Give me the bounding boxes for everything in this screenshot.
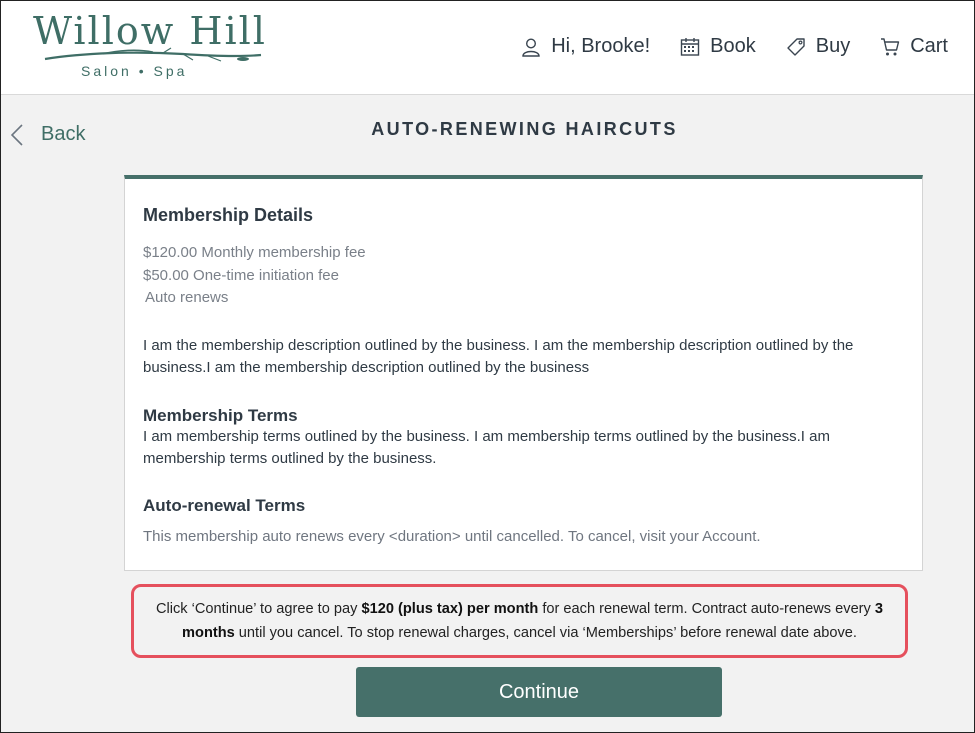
auto-renewal-terms: This membership auto renews every <durat… <box>143 527 761 545</box>
nav-book[interactable]: Book <box>680 35 756 58</box>
site-header: Willow Hill Salon • Spa Hi, Brooke! Book… <box>1 1 974 95</box>
cart-label: Cart <box>910 35 948 57</box>
brand-logo[interactable]: Willow Hill Salon • Spa <box>33 9 265 81</box>
tag-icon <box>787 37 805 56</box>
disclosure-text-1: Click ‘Continue’ to agree to pay <box>155 601 362 617</box>
disclosure-text-3: until you cancel. To stop renewal charge… <box>234 625 857 641</box>
book-label: Book <box>710 35 756 57</box>
membership-details-heading: Membership Details <box>143 205 314 225</box>
disclosure-text-2: for each renewal term. Contract auto-ren… <box>538 601 875 617</box>
greeting-label: Hi, Brooke! <box>551 35 651 57</box>
nav-cart[interactable]: Cart <box>880 35 948 58</box>
brand-tagline: Salon • Spa <box>81 63 188 79</box>
membership-description: I am the membership description outlined… <box>143 336 854 376</box>
page-title: AUTO-RENEWING HAIRCUTS <box>371 119 678 139</box>
buy-label: Buy <box>815 35 851 57</box>
renewal-disclosure: Click ‘Continue’ to agree to pay $120 (p… <box>131 584 908 658</box>
cart-icon <box>881 37 900 55</box>
user-icon <box>522 37 540 57</box>
auto-renewal-heading: Auto-renewal Terms <box>143 495 306 515</box>
disclosure-amount: $120 (plus tax) per month <box>361 601 539 617</box>
membership-terms-heading: Membership Terms <box>143 405 298 425</box>
initiation-fee: $50.00 One-time initiation fee <box>143 266 339 284</box>
auto-renew-note: Auto renews <box>145 289 229 306</box>
membership-card: Membership Details $120.00 Monthly membe… <box>124 175 923 571</box>
continue-button[interactable]: Continue <box>356 667 722 717</box>
monthly-fee: $120.00 Monthly membership fee <box>143 244 366 261</box>
membership-terms: I am membership terms outlined by the bu… <box>143 427 830 467</box>
nav-buy[interactable]: Buy <box>786 35 850 58</box>
calendar-icon <box>680 37 700 56</box>
top-nav: Hi, Brooke! Book Buy Cart <box>521 35 948 58</box>
account-menu[interactable]: Hi, Brooke! <box>521 35 650 58</box>
